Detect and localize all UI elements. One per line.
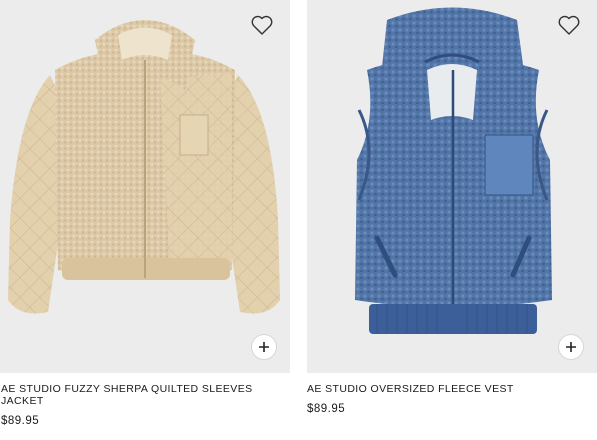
fleece-vest-image [355,7,552,334]
favorite-heart-icon[interactable] [250,14,274,36]
product-grid: AE STUDIO FUZZY SHERPA QUILTED SLEEVES J… [0,0,597,440]
add-to-bag-plus-icon[interactable] [559,335,583,359]
product-price: $89.95 [307,403,346,415]
product-title[interactable]: AE STUDIO OVERSIZED FLEECE VEST [307,383,577,395]
product-card[interactable]: AE STUDIO OVERSIZED FLEECE VEST $89.95 [307,0,597,415]
product-price: $89.95 [1,415,40,427]
product-image[interactable] [0,0,290,373]
add-to-bag-plus-icon[interactable] [252,335,276,359]
product-image[interactable] [307,0,597,373]
product-card[interactable]: AE STUDIO FUZZY SHERPA QUILTED SLEEVES J… [0,0,290,427]
favorite-heart-icon[interactable] [557,14,581,36]
product-title[interactable]: AE STUDIO FUZZY SHERPA QUILTED SLEEVES J… [0,383,271,407]
sherpa-jacket-image [8,20,280,314]
